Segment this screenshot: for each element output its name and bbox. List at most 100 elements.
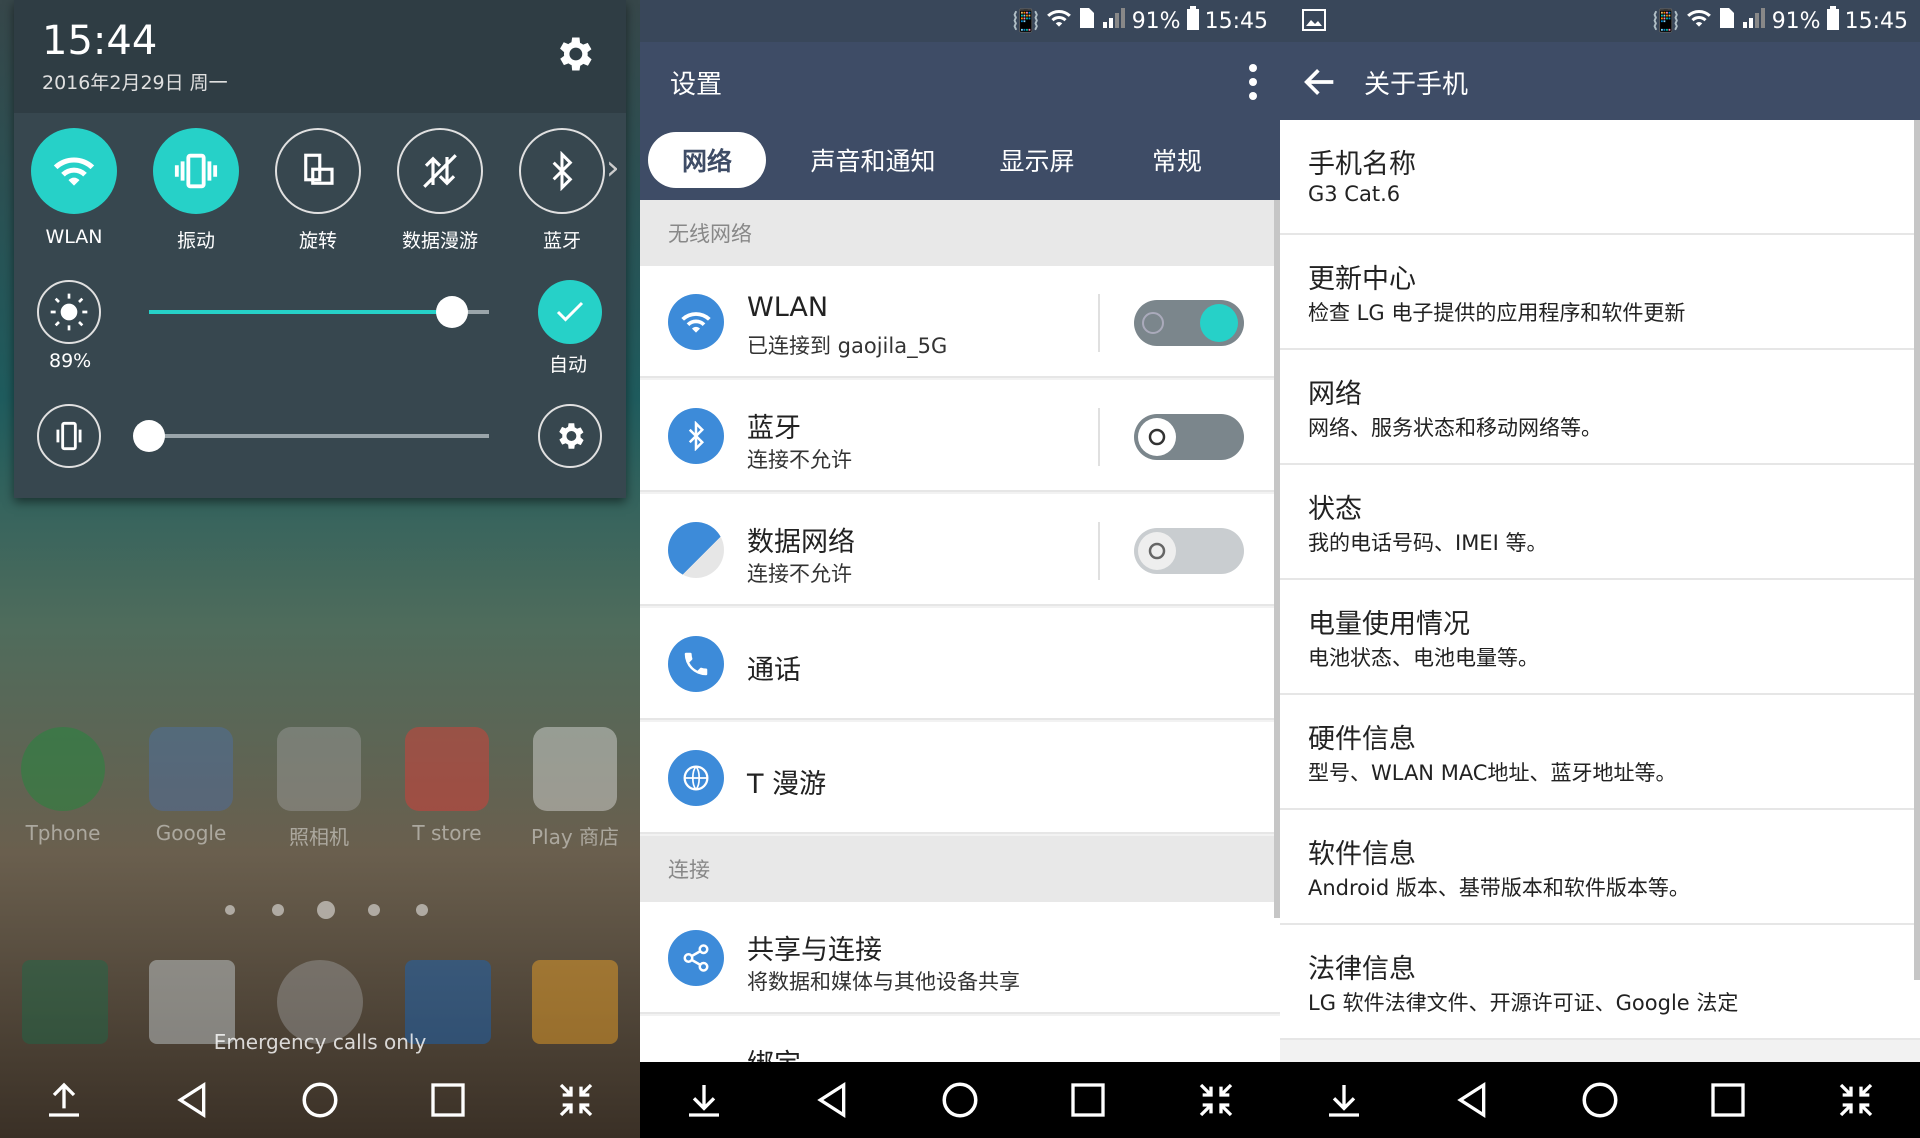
about-item-battery-usage[interactable]: 电量使用情况 电池状态、电池电量等。	[1280, 580, 1920, 695]
item-title: 网络	[1308, 379, 1362, 410]
expand-down-icon[interactable]	[1314, 1070, 1374, 1130]
tile-wlan[interactable]: WLAN	[24, 128, 124, 248]
home-app-tphone[interactable]: Tphone	[10, 727, 116, 845]
tile-bluetooth[interactable]: 蓝牙	[512, 128, 612, 253]
page-indicator	[0, 900, 640, 924]
settings-row-share-connect[interactable]: 共享与连接 将数据和媒体与其他设备共享	[640, 902, 1280, 1014]
home-app-label: Play 商店	[530, 825, 620, 849]
about-item-phone-name[interactable]: 手机名称 G3 Cat.6	[1280, 120, 1920, 235]
wifi-icon	[31, 128, 117, 214]
about-item-software-info[interactable]: 软件信息 Android 版本、基带版本和软件版本等。	[1280, 810, 1920, 925]
navigation-bar	[0, 1062, 640, 1138]
recents-icon[interactable]	[418, 1070, 478, 1130]
chevron-right-icon[interactable]: ›	[606, 148, 620, 188]
share-icon	[668, 930, 724, 986]
recents-icon[interactable]	[1058, 1070, 1118, 1130]
back-icon[interactable]	[1442, 1070, 1502, 1130]
minimize-icon[interactable]	[546, 1070, 606, 1130]
app-bar: 关于手机	[1280, 42, 1920, 120]
item-subtitle: 我的电话号码、IMEI 等。	[1308, 531, 1548, 555]
tile-label: WLAN	[45, 226, 103, 248]
settings-row-call[interactable]: 通话	[640, 608, 1280, 720]
data-roaming-icon	[397, 128, 483, 214]
settings-panel: 📳 91% 15:45 设置 网络 声音和通知 显示屏 常规 无线网络 WLAN…	[640, 0, 1280, 1138]
divider	[1098, 294, 1100, 352]
expand-up-icon[interactable]	[34, 1070, 94, 1130]
home-app-google[interactable]: Google	[138, 727, 244, 845]
item-title: 更新中心	[1308, 264, 1416, 295]
sim-status-icon	[1078, 6, 1096, 36]
data-network-toggle[interactable]	[1134, 528, 1244, 574]
wlan-toggle[interactable]	[1134, 300, 1244, 346]
settings-row-t-roaming[interactable]: T 漫游	[640, 722, 1280, 834]
home-icon[interactable]	[290, 1070, 350, 1130]
status-bar: 📳 91% 15:45	[1280, 0, 1920, 42]
sim-status-icon	[1718, 6, 1736, 36]
expand-down-icon[interactable]	[674, 1070, 734, 1130]
divider	[1098, 522, 1100, 580]
bluetooth-toggle[interactable]	[1134, 414, 1244, 460]
home-app-play-store[interactable]: Play 商店	[522, 727, 628, 850]
gallery-notification-icon	[1302, 9, 1326, 37]
battery-icon	[1826, 6, 1839, 36]
item-subtitle: 网络、服务状态和移动网络等。	[1308, 416, 1602, 440]
rotate-icon	[275, 128, 361, 214]
tab-display[interactable]: 显示屏	[980, 132, 1094, 188]
about-item-status[interactable]: 状态 我的电话号码、IMEI 等。	[1280, 465, 1920, 580]
bluetooth-icon	[519, 128, 605, 214]
vibrate-mode-icon[interactable]	[37, 404, 101, 468]
t-roaming-icon	[668, 750, 724, 806]
item-subtitle: 型号、WLAN MAC地址、蓝牙地址等。	[1308, 761, 1677, 785]
back-arrow-icon[interactable]	[1300, 62, 1340, 102]
item-title: 状态	[1308, 494, 1362, 525]
settings-row-data-network[interactable]: 数据网络 连接不允许	[640, 494, 1280, 606]
tab-sound-notification[interactable]: 声音和通知	[788, 132, 958, 188]
item-title: 硬件信息	[1308, 724, 1416, 755]
volume-slider-knob[interactable]	[133, 420, 165, 452]
home-icon[interactable]	[930, 1070, 990, 1130]
row-subtitle: 连接不允许	[747, 448, 852, 472]
about-item-hardware-info[interactable]: 硬件信息 型号、WLAN MAC地址、蓝牙地址等。	[1280, 695, 1920, 810]
tab-network[interactable]: 网络	[648, 132, 766, 188]
tile-vibrate[interactable]: 振动	[146, 128, 246, 253]
home-app-tstore[interactable]: T store	[394, 727, 500, 845]
scrollbar[interactable]	[1914, 120, 1920, 980]
data-network-icon	[668, 522, 724, 578]
home-icon[interactable]	[1570, 1070, 1630, 1130]
row-title: 通话	[747, 655, 801, 686]
brightness-slider-knob[interactable]	[435, 296, 468, 328]
vibrate-status-icon: 📳	[1012, 8, 1040, 34]
settings-row-wlan[interactable]: WLAN 已连接到 gaojila_5G	[640, 266, 1280, 378]
settings-row-bluetooth[interactable]: 蓝牙 连接不允许	[640, 380, 1280, 492]
tile-rotate[interactable]: 旋转	[268, 128, 368, 253]
vibrate-icon	[153, 128, 239, 214]
tile-data-roaming[interactable]: 数据漫游	[390, 128, 490, 253]
home-app-camera[interactable]: 照相机	[266, 727, 372, 850]
tab-general[interactable]: 常规	[1120, 132, 1234, 188]
about-item-legal-info[interactable]: 法律信息 LG 软件法律文件、开源许可证、Google 法定	[1280, 925, 1920, 1040]
sound-settings-gear-icon[interactable]	[538, 404, 602, 468]
quick-settings-header: 15:44 2016年2月29日 周一	[14, 0, 626, 113]
back-icon[interactable]	[802, 1070, 862, 1130]
row-title: WLAN	[747, 292, 829, 323]
tab-bar: 网络 声音和通知 显示屏 常规	[640, 120, 1280, 200]
minimize-icon[interactable]	[1826, 1070, 1886, 1130]
screenshot-composite: Tphone Google 照相机 T store Play 商店 Emerge…	[0, 0, 1920, 1138]
more-options-icon[interactable]	[1248, 62, 1258, 102]
phone-icon	[668, 636, 724, 692]
minimize-icon[interactable]	[1186, 1070, 1246, 1130]
volume-slider[interactable]	[149, 434, 489, 438]
recents-icon[interactable]	[1698, 1070, 1758, 1130]
brightness-percent: 89%	[49, 350, 92, 372]
clock: 15:44	[42, 18, 158, 64]
about-item-update-center[interactable]: 更新中心 检查 LG 电子提供的应用程序和软件更新	[1280, 235, 1920, 350]
divider	[1098, 408, 1100, 466]
row-subtitle: 已连接到 gaojila_5G	[747, 334, 948, 358]
status-time: 15:45	[1204, 8, 1268, 34]
about-item-network[interactable]: 网络 网络、服务状态和移动网络等。	[1280, 350, 1920, 465]
auto-brightness-check-icon[interactable]	[538, 280, 602, 344]
quick-settings-panel: 15:44 2016年2月29日 周一 WLAN 振动 旋转 数据漫游 蓝牙 ›…	[14, 0, 626, 498]
back-icon[interactable]	[162, 1070, 222, 1130]
settings-gear-icon[interactable]	[552, 32, 596, 76]
navigation-bar	[1280, 1062, 1920, 1138]
